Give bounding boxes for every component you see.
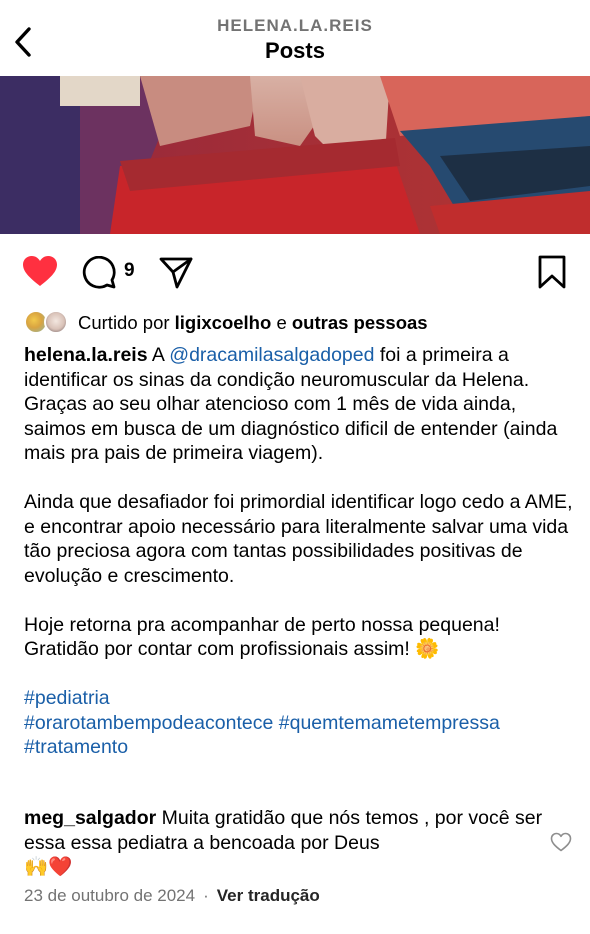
caption-paragraph-3: Hoje retorna pra acompanhar de perto nos… [24,613,574,662]
caption-paragraph-1: helena.la.reis A @dracamilasalgadoped fo… [24,343,574,466]
comment-icon[interactable] [82,256,116,290]
liked-by-text: Curtido por ligixcoelho e outras pessoas [78,312,428,334]
hashtag-link[interactable]: #pediatria [24,687,110,709]
post-date: 23 de outubro de 2024 [24,886,196,905]
liked-prefix: Curtido por [78,312,170,333]
share-icon[interactable] [158,256,194,290]
liker-avatars [24,310,72,336]
liked-connector: e [276,312,287,333]
avatar [44,310,68,334]
hashtag-link[interactable]: #tratamento [24,736,128,758]
caption-mention[interactable]: @dracamilasalgadoped [169,344,374,366]
caption-author[interactable]: helena.la.reis [24,344,148,366]
comment-emojis: 🙌❤️ [24,855,73,878]
bookmark-icon[interactable] [537,255,567,289]
caption-paragraph-2: Ainda que desafiador foi primordial iden… [24,491,573,587]
header-username: HELENA.LA.REIS [217,16,373,35]
caption-hashtags: #pediatria #orarotambempodeacontece #que… [24,686,574,760]
caption-start: A [151,344,164,366]
flower-emoji: 🌼 [415,637,440,660]
comment-author[interactable]: meg_salgador [24,807,156,829]
top-bar: HELENA.LA.REIS Posts [0,0,590,76]
post-image-content [0,76,590,234]
heart-filled-icon[interactable] [22,255,58,287]
liked-user-link[interactable]: ligixcoelho [175,312,272,333]
hashtag-link[interactable]: #quemtemametempressa [279,712,500,734]
post-footer: 23 de outubro de 2024 · Ver tradução [24,886,320,906]
comment-count: 9 [124,260,135,281]
liked-by-row[interactable]: Curtido por ligixcoelho e outras pessoas [24,310,584,336]
post-image[interactable] [0,76,590,234]
post-action-bar: 9 [0,244,590,298]
see-translation-link[interactable]: Ver tradução [217,886,320,905]
comment-heart-icon[interactable] [550,832,572,852]
separator-dot: · [203,886,209,905]
post-caption: helena.la.reis A @dracamilasalgadoped fo… [24,343,574,760]
comment-item: meg_salgador Muita gratidão que nós temo… [24,806,544,880]
hashtag-link[interactable]: #orarotambempodeacontece [24,712,273,734]
liked-others-link[interactable]: outras pessoas [292,312,428,333]
page-title: Posts [265,38,325,63]
